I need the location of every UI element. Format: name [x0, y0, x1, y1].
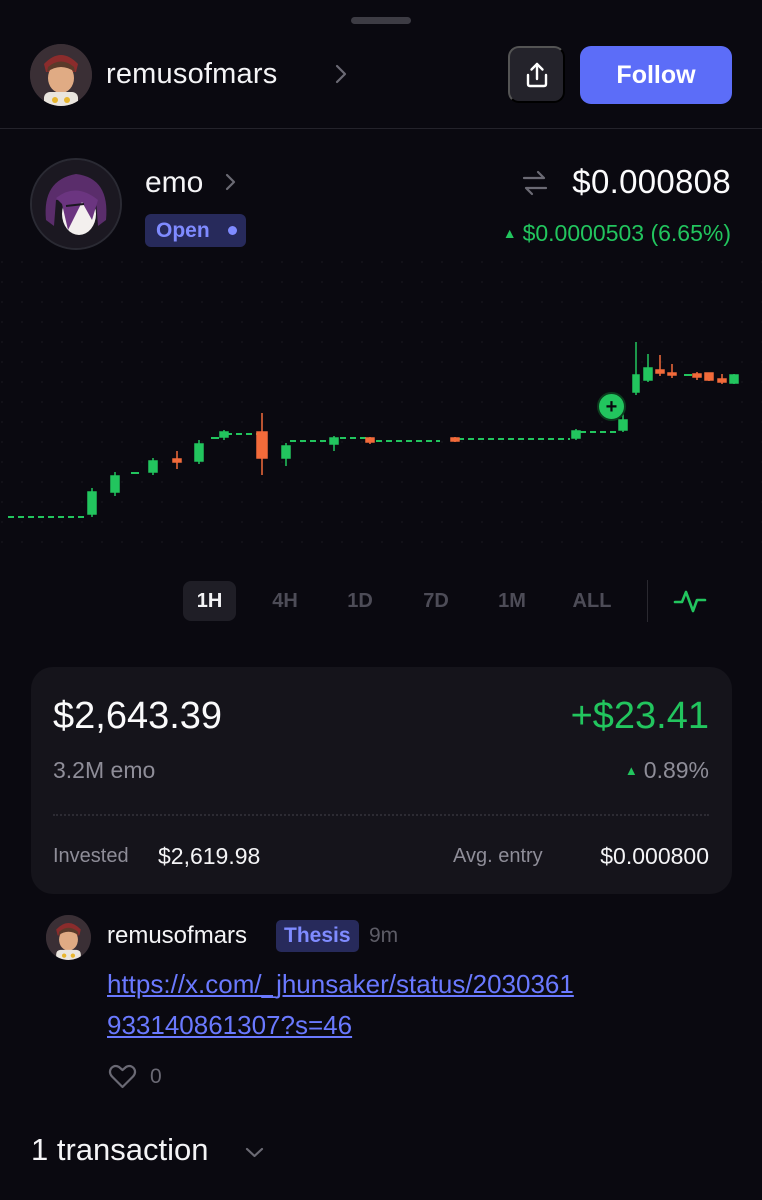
- token-name[interactable]: emo: [145, 166, 203, 200]
- status-label: Open: [156, 219, 210, 242]
- status-badge: Open: [145, 214, 246, 247]
- avatar[interactable]: [30, 44, 92, 106]
- token-price: $0.000808: [572, 163, 731, 200]
- chevron-down-icon[interactable]: [242, 1140, 267, 1164]
- timeframe-7d[interactable]: 7D: [409, 581, 463, 621]
- comment-avatar[interactable]: [46, 915, 91, 960]
- comment-link[interactable]: https://x.com/_jhunsaker/status/20303619…: [107, 964, 587, 1046]
- heart-icon[interactable]: [107, 1061, 138, 1092]
- card-divider: [53, 814, 709, 816]
- token-avatar[interactable]: [30, 158, 122, 250]
- like-count: 0: [150, 1065, 162, 1088]
- buy-marker-icon[interactable]: +: [597, 392, 626, 421]
- follow-button[interactable]: Follow: [580, 46, 732, 104]
- header-divider: [0, 128, 762, 129]
- username[interactable]: remusofmars: [106, 58, 277, 91]
- line-chart-icon[interactable]: [673, 585, 707, 617]
- comment-author[interactable]: remusofmars: [107, 922, 247, 950]
- drag-handle[interactable]: [351, 17, 411, 24]
- position-pnl: +$23.41: [570, 695, 709, 737]
- invested-label: Invested: [53, 845, 129, 867]
- avg-entry-value: $0.000800: [600, 843, 709, 869]
- timeframe-1h[interactable]: 1H: [183, 581, 236, 621]
- price-change-value: $0.0000503 (6.65%): [522, 220, 731, 246]
- timeframe-1d[interactable]: 1D: [335, 581, 385, 621]
- position-quantity: 3.2M emo: [53, 757, 156, 783]
- up-triangle-icon: ▲: [502, 225, 517, 241]
- chevron-right-icon[interactable]: [222, 171, 240, 193]
- position-pnl-percent: ▲ 0.89%: [625, 757, 709, 784]
- thesis-badge: Thesis: [276, 920, 359, 952]
- position-value: $2,643.39: [53, 695, 223, 737]
- status-dot-icon: [227, 226, 237, 235]
- pnl-percent-value: 0.89%: [643, 757, 709, 783]
- timeframe-divider: [647, 580, 648, 622]
- swap-icon[interactable]: [520, 168, 550, 198]
- transactions-toggle[interactable]: 1 transaction: [31, 1132, 209, 1168]
- timeframe-4h[interactable]: 4H: [259, 581, 311, 621]
- timeframe-all[interactable]: ALL: [563, 581, 621, 621]
- price-chart[interactable]: [0, 260, 762, 560]
- comment-time: 9m: [369, 924, 399, 947]
- price-change: ▲ $0.0000503 (6.65%): [503, 220, 731, 247]
- invested-value: $2,619.98: [158, 843, 261, 869]
- profile-header: remusofmars Follow: [0, 40, 762, 128]
- avg-entry-label: Avg. entry: [453, 845, 543, 867]
- chevron-right-icon[interactable]: [330, 62, 352, 86]
- share-icon: [526, 62, 547, 87]
- share-button[interactable]: [508, 46, 565, 103]
- up-triangle-icon: ▲: [624, 763, 638, 778]
- position-card: $2,643.39 +$23.41 3.2M emo ▲ 0.89% Invest…: [31, 667, 732, 894]
- timeframe-1m[interactable]: 1M: [485, 581, 539, 621]
